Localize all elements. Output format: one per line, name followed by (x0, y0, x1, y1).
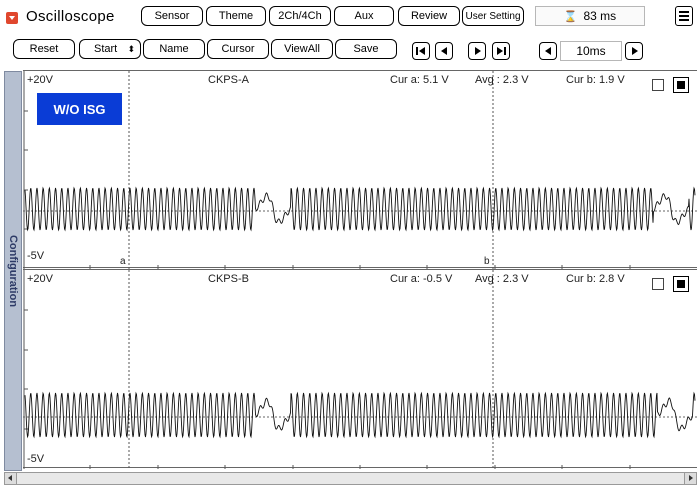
refresh-timer: ⌛ 83 ms (535, 6, 645, 26)
sensor-button[interactable]: Sensor (141, 6, 203, 26)
channel-a-cursor-a: Cur a: 5.1 V (390, 74, 449, 86)
horizontal-scrollbar[interactable] (4, 472, 697, 485)
last-frame-button[interactable] (492, 42, 510, 60)
timer-value: 83 ms (583, 9, 617, 23)
channel-b-cursor-a: Cur a: -0.5 V (390, 273, 453, 285)
channel-b-maximize-toggle[interactable] (673, 276, 689, 292)
channel-a-maximize-toggle[interactable] (673, 77, 689, 93)
next-icon (475, 47, 481, 55)
channel-a-checkbox[interactable] (652, 79, 664, 91)
right-arrow-icon (632, 47, 638, 55)
viewall-button[interactable]: ViewAll (271, 39, 333, 59)
channel-b-panel[interactable]: +20V CKPS-B Cur a: -0.5 V Avg : 2.3 V Cu… (23, 269, 697, 469)
channel-a-max-label: +20V (27, 74, 53, 86)
cursor-b-marker[interactable]: b (484, 256, 490, 267)
first-frame-button[interactable] (412, 42, 430, 60)
channel-b-checkbox[interactable] (652, 278, 664, 290)
updown-icon: ⬍ (127, 43, 135, 54)
channel-b-average: Avg : 2.3 V (475, 273, 529, 285)
cursor-a-marker[interactable]: a (120, 256, 126, 267)
user-setting-button[interactable]: User Setting (462, 6, 524, 26)
timebase-decrease-button[interactable] (539, 42, 557, 60)
channel-a-cursor-b: Cur b: 1.9 V (566, 74, 625, 86)
channel-b-max-label: +20V (27, 273, 53, 285)
left-arrow-icon (545, 47, 551, 55)
app-title: Oscilloscope (26, 8, 115, 25)
channel-a-name: CKPS-A (208, 74, 249, 86)
start-select[interactable]: Start ⬍ (79, 39, 141, 59)
start-label: Start (94, 43, 118, 55)
last-frame-icon (504, 47, 506, 55)
menu-icon[interactable] (675, 6, 693, 26)
review-button[interactable]: Review (398, 6, 460, 26)
channel-a-signal (24, 186, 696, 232)
name-button[interactable]: Name (143, 39, 205, 59)
first-frame-icon (416, 47, 418, 55)
next-frame-button[interactable] (468, 42, 486, 60)
channels-button[interactable]: 2Ch/4Ch (269, 6, 331, 26)
dropdown-icon[interactable] (6, 12, 18, 24)
channel-b-signal (24, 391, 696, 439)
configuration-tab[interactable]: Configuration (4, 71, 22, 471)
channel-a-min-label: -5V (27, 250, 45, 262)
reset-button[interactable]: Reset (13, 39, 75, 59)
channel-b-cursor-b: Cur b: 2.8 V (566, 273, 625, 285)
save-button[interactable]: Save (335, 39, 397, 59)
timebase-increase-button[interactable] (625, 42, 643, 60)
aux-button[interactable]: Aux (334, 6, 394, 26)
main-toolbar: Oscilloscope Sensor Theme 2Ch/4Ch Aux Re… (0, 0, 700, 32)
configuration-label: Configuration (7, 234, 19, 308)
channel-a-average: Avg : 2.3 V (475, 74, 529, 86)
hourglass-icon: ⌛ (563, 10, 578, 23)
prev-frame-button[interactable] (435, 42, 453, 60)
channel-b-name: CKPS-B (208, 273, 249, 285)
channel-a-waveform (23, 71, 697, 269)
isg-badge: W/O ISG (37, 93, 122, 125)
channel-b-waveform (23, 270, 697, 469)
scroll-left-icon[interactable] (5, 473, 17, 484)
cursor-button[interactable]: Cursor (207, 39, 269, 59)
scroll-right-icon[interactable] (684, 473, 696, 484)
theme-button[interactable]: Theme (206, 6, 266, 26)
prev-icon (441, 47, 447, 55)
channel-b-min-label: -5V (27, 453, 45, 465)
timebase-field[interactable]: 10ms (560, 41, 622, 61)
channel-a-panel[interactable]: +20V CKPS-A Cur a: 5.1 V Avg : 2.3 V Cur… (23, 70, 697, 269)
